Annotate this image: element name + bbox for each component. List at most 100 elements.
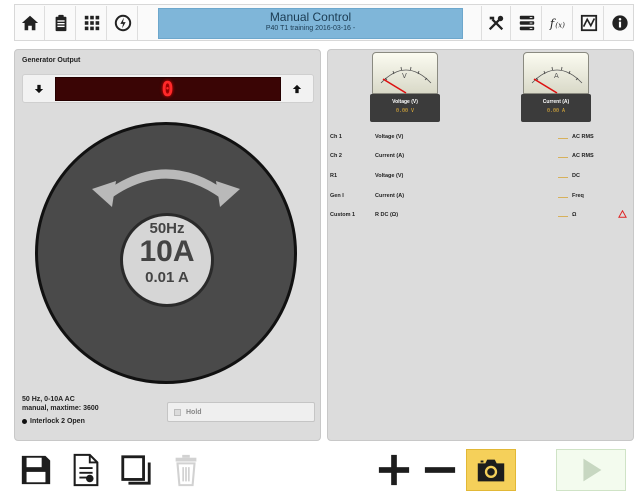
interlock-dot-icon — [22, 419, 27, 424]
clipboard-button[interactable] — [46, 6, 76, 40]
arrow-up-icon — [292, 84, 302, 94]
current-meter-value: 0.00 A — [546, 108, 566, 114]
channel-measurement: Current (A) — [375, 193, 405, 199]
gauge-scale-icon: V — [380, 66, 432, 94]
tools-button[interactable] — [481, 6, 511, 40]
top-toolbar: Manual Control P40 T1 training 2016-03-1… — [14, 4, 634, 41]
channel-row[interactable]: Gen I Current (A) Freq — [328, 191, 635, 203]
generator-panel: Generator Output 0 50Hz 10A 0.01 A 50 Hz… — [14, 49, 321, 441]
new-file-button[interactable] — [64, 449, 108, 491]
power-icon — [114, 14, 131, 32]
hold-label: Hold — [186, 408, 202, 416]
save-icon — [21, 455, 51, 485]
dial-readout: 50Hz 10A 0.01 A — [120, 213, 214, 307]
output-dial[interactable]: 50Hz 10A 0.01 A — [35, 122, 297, 384]
remove-button[interactable] — [418, 449, 462, 491]
channel-name: R1 — [330, 173, 338, 179]
voltage-unit-glyph: V — [402, 72, 407, 80]
channel-dash — [558, 216, 568, 217]
current-unit-glyph: A — [554, 72, 559, 80]
hold-button[interactable]: Hold — [167, 402, 315, 422]
channel-name: Ch 1 — [330, 134, 342, 140]
keypad-button[interactable] — [77, 6, 107, 40]
minus-icon — [424, 467, 456, 473]
channel-name: Ch 2 — [330, 153, 342, 159]
channel-mode[interactable]: Ω — [572, 212, 576, 218]
channel-mode[interactable]: DC — [572, 173, 580, 179]
channel-row[interactable]: R1 Voltage (V) DC — [328, 171, 635, 183]
generator-info-line2: manual, maxtime: 3600 — [22, 405, 99, 412]
info-button[interactable] — [605, 6, 635, 40]
svg-text:(x): (x) — [555, 21, 565, 30]
play-button[interactable] — [556, 449, 626, 491]
clipboard-icon — [55, 14, 66, 32]
increase-button[interactable] — [285, 78, 309, 100]
channel-mode[interactable]: AC RMS — [572, 134, 594, 140]
channel-row[interactable]: Ch 2 Current (A) AC RMS — [328, 151, 635, 163]
play-icon — [583, 458, 602, 482]
dial-amplitude: 10A — [139, 235, 195, 268]
generator-info: 50 Hz, 0-10A AC manual, maxtime: 3600 — [22, 395, 162, 413]
channel-measurement: Voltage (V) — [375, 134, 404, 140]
channel-row[interactable]: Ch 1 Voltage (V) AC RMS — [328, 132, 635, 144]
signal-button[interactable] — [574, 6, 604, 40]
warning-triangle-icon[interactable] — [618, 209, 627, 220]
channel-name: Custom 1 — [330, 212, 356, 218]
generator-title: Generator Output — [22, 57, 81, 64]
decrease-button[interactable] — [27, 78, 51, 100]
server-icon — [519, 15, 534, 31]
arrow-down-icon — [34, 84, 44, 94]
current-meter-label: Current (A) — [542, 99, 570, 105]
function-icon: f (x) — [549, 17, 565, 31]
tools-icon — [488, 15, 504, 31]
copy-icon — [121, 455, 151, 485]
dial-resolution: 0.01 A — [145, 269, 189, 286]
channel-measurement: R DC (Ω) — [375, 212, 399, 218]
camera-icon — [477, 459, 505, 482]
save-button[interactable] — [14, 449, 58, 491]
channel-mode[interactable]: AC RMS — [572, 153, 594, 159]
home-icon — [21, 15, 38, 31]
delete-icon — [175, 454, 197, 487]
voltage-gauge-face: V — [372, 52, 438, 94]
channel-measurement: Voltage (V) — [375, 173, 404, 179]
voltage-meter-label: Voltage (V) — [392, 99, 418, 105]
channel-dash — [558, 177, 568, 178]
interlock-label: Interlock 2 Open — [30, 418, 85, 425]
channel-measurement: Current (A) — [375, 153, 405, 159]
interlock-status: Interlock 2 Open — [22, 418, 85, 425]
measurement-panel: V Voltage (V) 0.00 V A Current (A) 0.00 … — [327, 49, 634, 441]
plus-icon — [378, 454, 410, 486]
page-title: Manual Control — [269, 10, 352, 24]
channel-dash — [558, 197, 568, 198]
page-subtitle: P40 T1 training 2016-03-16 - — [265, 25, 356, 32]
add-button[interactable] — [372, 449, 416, 491]
current-meter: A Current (A) 0.00 A — [521, 52, 591, 124]
power-button[interactable] — [108, 6, 138, 40]
server-button[interactable] — [512, 6, 542, 40]
rotate-arrow-icon — [92, 169, 240, 207]
current-gauge-face: A — [523, 52, 589, 94]
current-meter-base: Current (A) 0.00 A — [521, 94, 591, 122]
info-icon — [612, 15, 628, 31]
channel-dash — [558, 157, 568, 158]
delete-button[interactable] — [164, 449, 208, 491]
gauge-scale-icon: A — [531, 66, 583, 94]
voltage-meter-value: 0.00 V — [395, 108, 415, 114]
function-button[interactable]: f (x) — [543, 6, 573, 40]
signal-icon — [580, 14, 597, 32]
display-value: 0 — [161, 77, 175, 101]
generator-info-line1: 50 Hz, 0-10A AC — [22, 396, 75, 403]
voltage-meter-base: Voltage (V) 0.00 V — [370, 94, 440, 122]
output-stepper: 0 — [22, 74, 314, 103]
copy-button[interactable] — [114, 449, 158, 491]
channel-mode[interactable]: Freq — [572, 193, 584, 199]
hold-checkbox[interactable] — [174, 408, 181, 416]
home-button[interactable] — [15, 6, 45, 40]
voltage-meter: V Voltage (V) 0.00 V — [370, 52, 440, 124]
snapshot-button[interactable] — [466, 449, 516, 491]
channel-name: Gen I — [330, 193, 344, 199]
new-file-icon — [73, 453, 99, 487]
channel-dash — [558, 138, 568, 139]
channel-row[interactable]: Custom 1 R DC (Ω) Ω — [328, 209, 635, 222]
